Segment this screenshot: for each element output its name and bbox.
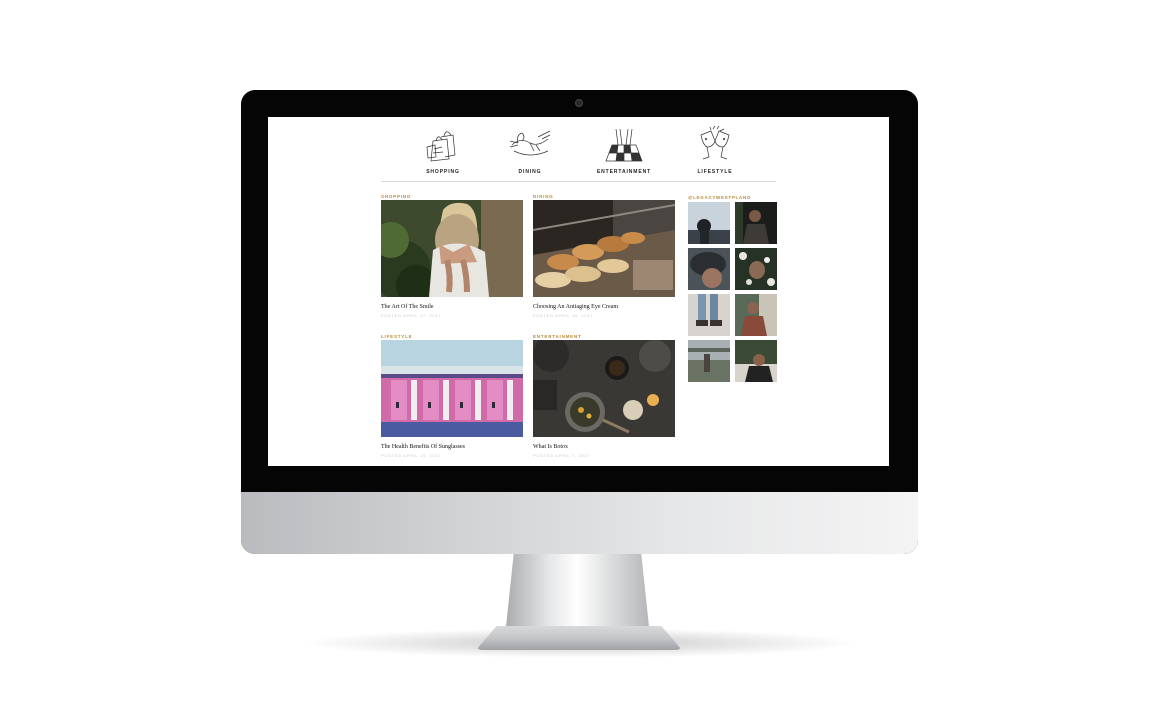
post-title[interactable]: What Is Botox bbox=[533, 443, 675, 451]
post-card[interactable]: SHOPPING The Art Of The Smile POSTED APR… bbox=[381, 193, 523, 318]
website-screen: SHOPPING DINING ENTERTAINMENT LIFESTYLE … bbox=[268, 117, 889, 466]
instagram-photo[interactable] bbox=[735, 294, 777, 336]
post-category[interactable]: DINING bbox=[533, 193, 675, 200]
post-image-pastries[interactable] bbox=[533, 200, 675, 297]
post-date: POSTED APRIL 7, 2017 bbox=[533, 453, 591, 458]
post-category[interactable]: ENTERTAINMENT bbox=[533, 333, 675, 340]
instagram-photo[interactable] bbox=[688, 294, 730, 336]
category-nav: SHOPPING DINING ENTERTAINMENT LIFESTYLE bbox=[268, 117, 889, 182]
nav-label-entertainment: ENTERTAINMENT bbox=[596, 169, 652, 175]
post-card[interactable]: DINING Choosing An Antiaging Eye Cream P… bbox=[533, 193, 675, 318]
cinema-screen-icon bbox=[605, 128, 643, 162]
post-date: POSTED APRIL 16, 2017 bbox=[533, 313, 594, 318]
camera-icon bbox=[575, 99, 583, 107]
instagram-photo[interactable] bbox=[688, 340, 730, 382]
post-image-pink-building[interactable] bbox=[381, 340, 523, 437]
post-image-smile[interactable] bbox=[381, 200, 523, 297]
instagram-feed: @LEGACYWESTPLANO bbox=[688, 194, 777, 382]
nav-label-shopping: SHOPPING bbox=[426, 169, 460, 175]
nav-item-lifestyle[interactable]: LIFESTYLE bbox=[675, 125, 755, 177]
instagram-handle[interactable]: @LEGACYWESTPLANO bbox=[688, 194, 777, 202]
instagram-grid bbox=[688, 202, 777, 382]
post-category[interactable]: LIFESTYLE bbox=[381, 333, 523, 340]
post-title[interactable]: Choosing An Antiaging Eye Cream bbox=[533, 303, 675, 311]
instagram-photo[interactable] bbox=[735, 202, 777, 244]
instagram-photo[interactable] bbox=[735, 248, 777, 290]
monitor-chin bbox=[241, 492, 918, 554]
nav-divider bbox=[381, 181, 776, 182]
post-date: POSTED APRIL 15, 2017 bbox=[381, 453, 442, 458]
post-card[interactable]: ENTERTAINMENT What Is Botox POSTED APRIL… bbox=[533, 333, 675, 458]
lobster-dish-icon bbox=[509, 130, 551, 156]
nav-label-lifestyle: LIFESTYLE bbox=[697, 169, 733, 175]
post-title[interactable]: The Art Of The Smile bbox=[381, 303, 523, 311]
shopping-bags-icon bbox=[426, 131, 456, 162]
instagram-photo[interactable] bbox=[735, 340, 777, 382]
instagram-photo[interactable] bbox=[688, 202, 730, 244]
post-date: POSTED APRIL 27, 2017 bbox=[381, 313, 442, 318]
instagram-photo[interactable] bbox=[688, 248, 730, 290]
champagne-toast-icon bbox=[700, 125, 730, 160]
post-card[interactable]: LIFESTYLE The Health Benefits Of Sunglas… bbox=[381, 333, 523, 458]
monitor-stand-neck bbox=[505, 554, 650, 636]
nav-item-entertainment[interactable]: ENTERTAINMENT bbox=[584, 125, 664, 177]
nav-label-dining: DINING bbox=[518, 169, 542, 175]
post-title[interactable]: The Health Benefits Of Sunglasses bbox=[381, 443, 523, 451]
nav-item-shopping[interactable]: SHOPPING bbox=[403, 125, 483, 177]
monitor-stand-foot bbox=[476, 626, 682, 650]
nav-item-dining[interactable]: DINING bbox=[490, 125, 570, 177]
post-image-tea-table[interactable] bbox=[533, 340, 675, 437]
post-category[interactable]: SHOPPING bbox=[381, 193, 523, 200]
